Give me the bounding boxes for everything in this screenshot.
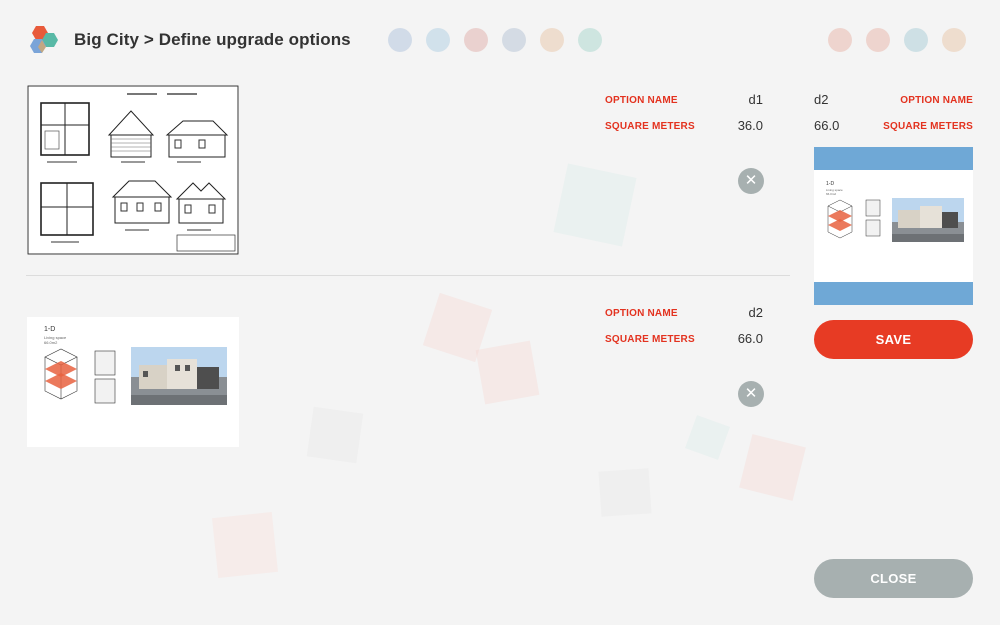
drawing-label: 1-D bbox=[44, 326, 55, 333]
background-tile bbox=[212, 512, 278, 578]
background-tile bbox=[685, 415, 730, 460]
app-logo bbox=[26, 24, 60, 56]
remove-option-button[interactable]: ✕ bbox=[738, 381, 764, 407]
option-name-value[interactable]: d1 bbox=[705, 92, 763, 107]
option-name-value[interactable]: d2 bbox=[705, 305, 763, 320]
close-button[interactable]: CLOSE bbox=[814, 559, 973, 598]
drawing-sublabel: 66.0m2 bbox=[44, 340, 58, 345]
editor-option-name-label: OPTION NAME bbox=[900, 95, 973, 106]
blueprint-drawing bbox=[27, 85, 239, 255]
option-name-label: OPTION NAME bbox=[605, 308, 678, 319]
preview-drawing-sublabel: 66.0m2 bbox=[826, 192, 836, 196]
editor-square-meters-label: SQUARE METERS bbox=[883, 121, 973, 132]
option-name-label: OPTION NAME bbox=[605, 95, 678, 106]
square-meters-label: SQUARE METERS bbox=[605, 334, 695, 345]
option-thumbnail-blueprint[interactable] bbox=[27, 85, 239, 255]
square-meters-value[interactable]: 66.0 bbox=[705, 331, 763, 346]
faded-toolbar-right bbox=[828, 28, 966, 52]
render-drawing: 1-D Living space 66.0m2 bbox=[27, 317, 239, 447]
hexagon-cluster-logo-icon bbox=[30, 26, 58, 53]
background-tile bbox=[739, 434, 806, 501]
background-tile bbox=[306, 406, 364, 464]
remove-option-button[interactable]: ✕ bbox=[738, 168, 764, 194]
square-meters-value[interactable]: 36.0 bbox=[705, 118, 763, 133]
header: Big City > Define upgrade options bbox=[26, 24, 351, 56]
preview-drawing-label: 1-D bbox=[826, 181, 834, 187]
page-title: Big City > Define upgrade options bbox=[74, 30, 351, 49]
editor-square-meters-input[interactable]: 66.0 bbox=[814, 118, 839, 133]
save-button[interactable]: SAVE bbox=[814, 320, 973, 359]
background-tile bbox=[475, 340, 540, 405]
image-preview-content: 1-D Living space 66.0m2 bbox=[814, 170, 973, 282]
background-tile bbox=[553, 163, 637, 247]
option-divider bbox=[26, 275, 790, 276]
close-icon: ✕ bbox=[744, 385, 758, 402]
close-icon: ✕ bbox=[744, 172, 758, 189]
editor-option-name-input[interactable]: d2 bbox=[814, 92, 828, 107]
faded-toolbar bbox=[388, 28, 602, 52]
upgrade-options-screen: Big City > Define upgrade options OPTION… bbox=[0, 0, 1000, 625]
preview-drawing: 1-D Living space 66.0m2 bbox=[826, 181, 964, 242]
square-meters-label: SQUARE METERS bbox=[605, 121, 695, 132]
option-thumbnail-render[interactable]: 1-D Living space 66.0m2 bbox=[27, 317, 239, 447]
background-tile bbox=[598, 468, 652, 517]
image-preview[interactable]: 1-D Living space 66.0m2 bbox=[814, 147, 973, 305]
